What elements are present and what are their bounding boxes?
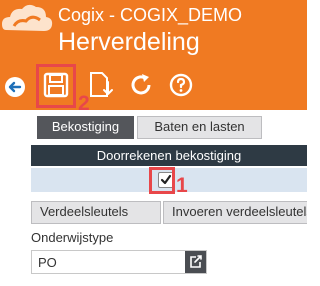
cloud-logo-icon [2,4,53,31]
onderwijstype-field[interactable]: PO [31,250,207,274]
table-row [31,168,307,192]
tab-bekostiging[interactable]: Bekostiging [37,116,134,139]
tab-verdeelsleutels[interactable]: Verdeelsleutels [31,201,161,224]
toolbar [0,62,307,110]
checkmark-icon [160,174,172,185]
onderwijstype-label: Onderwijstype [31,230,114,245]
save-icon[interactable] [43,72,69,98]
main-tabs: Bekostiging Baten en lasten [0,116,307,139]
app-header: Cogix - COGIX_DEMO Herverdeling [0,0,307,62]
help-icon[interactable] [169,73,193,97]
doorrekenen-bekostiging-checkbox[interactable] [158,172,174,188]
back-icon[interactable] [4,76,26,98]
export-icon[interactable] [88,71,114,99]
sub-tabs: Verdeelsleutels Invoeren verdeelsleutels [0,201,307,224]
app-title: Cogix - COGIX_DEMO [58,5,243,25]
onderwijstype-value: PO [38,255,57,270]
external-link-icon [190,255,202,268]
tab-invoeren-verdeelsleutels[interactable]: Invoeren verdeelsleutels [163,201,307,224]
table-header-doorrekenen-bekostiging: Doorrekenen bekostiging [31,145,307,166]
open-lookup-button[interactable] [185,251,206,273]
refresh-icon[interactable] [128,72,154,98]
tab-baten-en-lasten[interactable]: Baten en lasten [137,116,262,139]
page-title: Herverdeling [58,28,200,56]
